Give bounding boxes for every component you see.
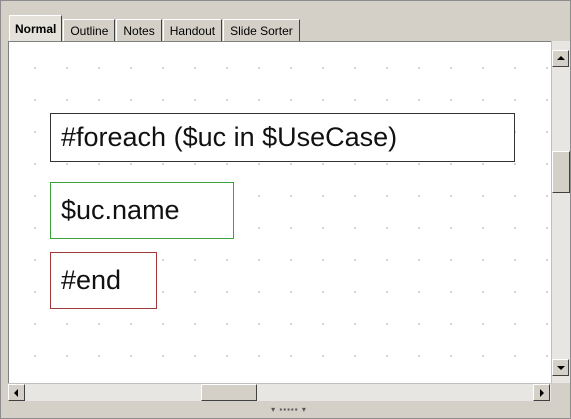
- scroll-down-button[interactable]: [552, 359, 569, 376]
- scrollbar-corner: [551, 383, 570, 401]
- arrow-left-icon: [14, 389, 18, 397]
- slide-editor-window: Normal Outline Notes Handout Slide Sorte…: [0, 0, 571, 419]
- arrow-up-icon: [557, 56, 565, 60]
- uc-name-textbox[interactable]: $uc.name: [50, 182, 234, 239]
- tab-notes[interactable]: Notes: [116, 19, 162, 41]
- vertical-scroll-thumb[interactable]: [552, 151, 570, 193]
- tab-handout[interactable]: Handout: [162, 19, 223, 41]
- end-textbox[interactable]: #end: [50, 252, 157, 309]
- scroll-up-button[interactable]: [552, 50, 569, 67]
- arrow-right-icon: [540, 389, 544, 397]
- horizontal-scroll-thumb[interactable]: [201, 384, 257, 401]
- grip-icon[interactable]: ▾ ▪▪▪▪▪ ▾: [259, 405, 319, 415]
- foreach-textbox[interactable]: #foreach ($uc in $UseCase): [50, 113, 515, 162]
- vertical-scrollbar[interactable]: [551, 41, 570, 383]
- slide-canvas[interactable]: #foreach ($uc in $UseCase) $uc.name #end: [8, 41, 551, 383]
- scroll-left-button[interactable]: [8, 384, 25, 401]
- tab-outline[interactable]: Outline: [63, 19, 116, 41]
- arrow-down-icon: [557, 366, 565, 370]
- horizontal-scrollbar[interactable]: [8, 383, 551, 401]
- tab-slide-sorter[interactable]: Slide Sorter: [223, 19, 300, 41]
- scroll-right-button[interactable]: [533, 384, 550, 401]
- tab-normal[interactable]: Normal: [9, 15, 63, 41]
- view-tabs: Normal Outline Notes Handout Slide Sorte…: [9, 15, 566, 41]
